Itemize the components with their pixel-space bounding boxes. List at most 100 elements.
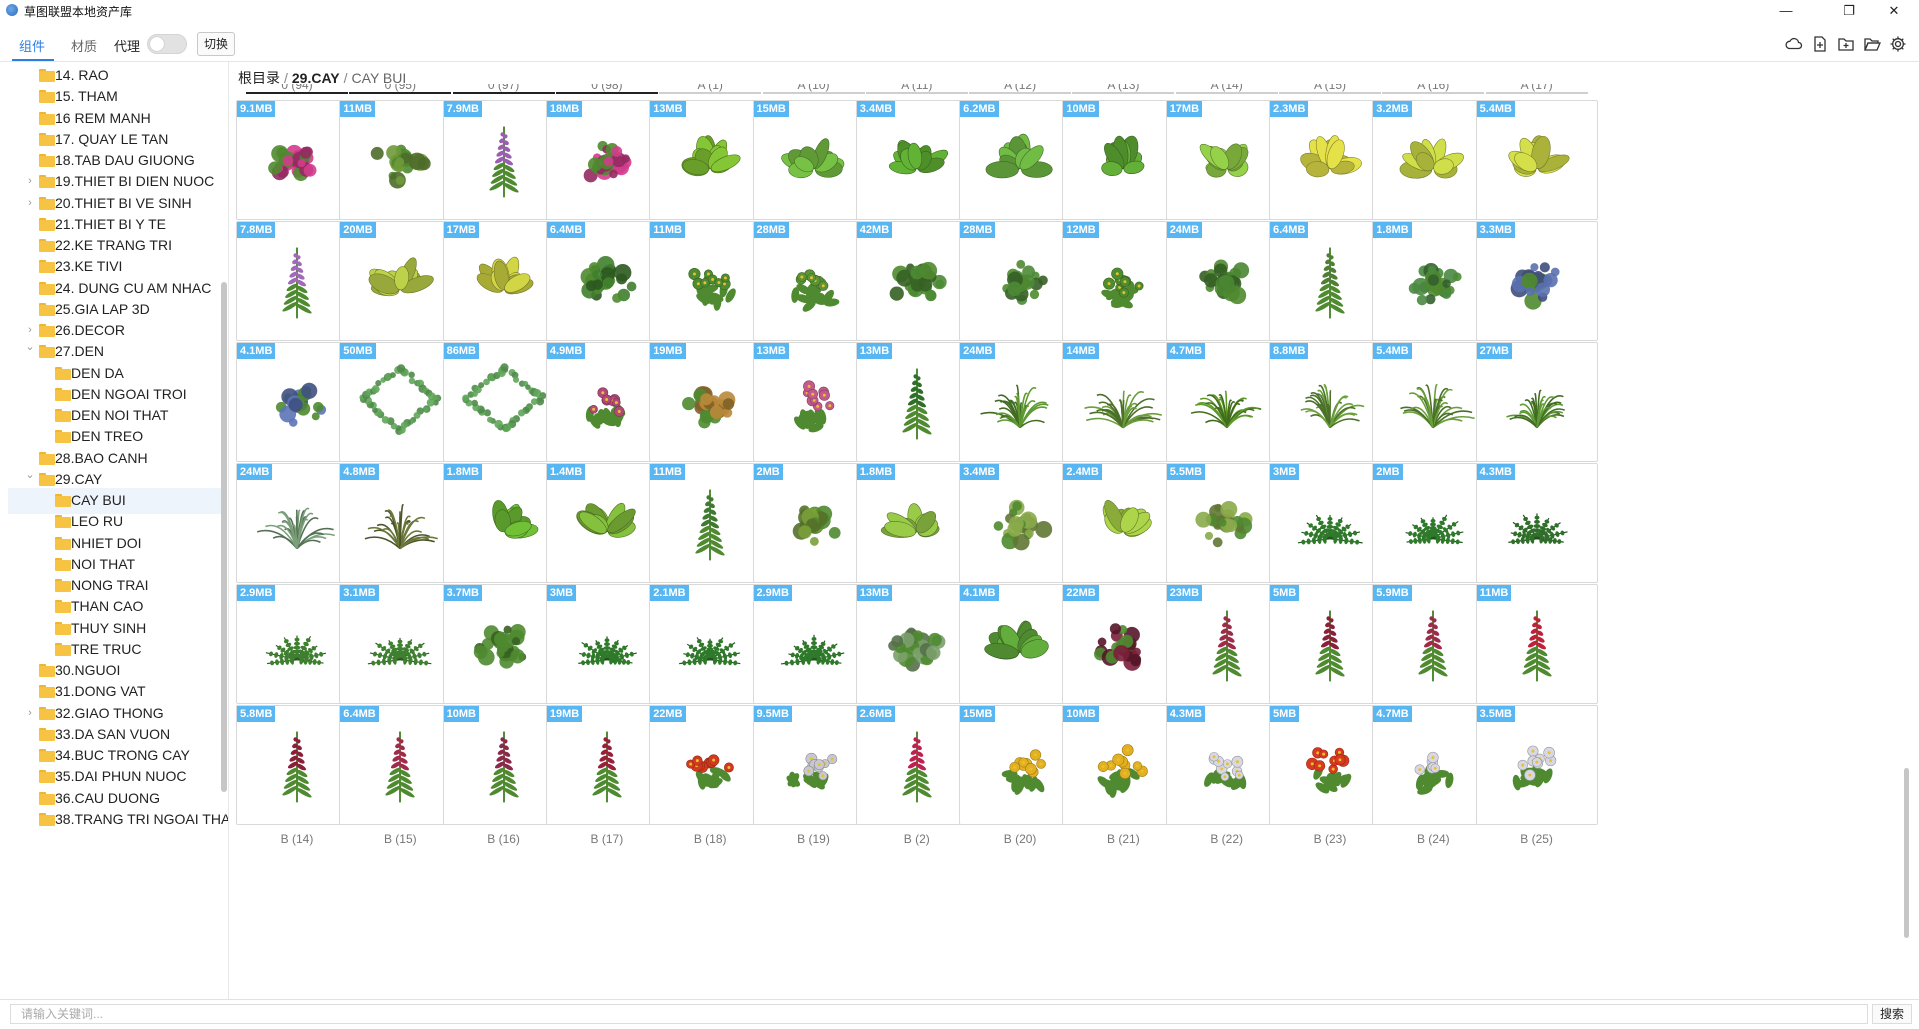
tree-item-label: 14. RAO [55, 67, 109, 83]
file-size-badge: 3.5MB [1476, 706, 1515, 722]
chevron-right-icon[interactable]: › [24, 324, 36, 336]
file-size-badge: 2.4MB [1063, 464, 1102, 480]
tree-item-label: THAN CAO [71, 598, 144, 615]
tree-item-label: 24. DUNG CU AM NHAC [55, 279, 212, 296]
folder-icon [39, 706, 55, 720]
file-size-badge: 23MB [1166, 585, 1203, 601]
folder-icon [55, 387, 71, 401]
app-logo-icon [6, 4, 18, 16]
file-size-badge: 28MB [753, 222, 789, 238]
tree-item-label: 38.TRANG TRI NGOAI THAT [55, 810, 229, 827]
proxy-label: 代理 [114, 39, 141, 54]
open-folder-icon[interactable] [1863, 35, 1881, 53]
tree-item-label: 19.THIET BI DIEN NUOC [55, 173, 215, 190]
folder-icon [39, 685, 55, 699]
add-folder-icon[interactable] [1837, 35, 1855, 53]
tree-item-label: 16 REM MANH [55, 109, 151, 126]
settings-icon[interactable] [1889, 35, 1907, 53]
asset-card[interactable]: 3.3MB [1475, 221, 1598, 341]
folder-icon [39, 239, 55, 252]
file-size-badge: 7.9MB [443, 101, 482, 117]
chevron-down-icon[interactable]: ⌄ [24, 340, 36, 353]
file-size-badge: 10MB [443, 706, 479, 722]
chevron-right-icon[interactable]: › [24, 707, 36, 719]
tree-item-label: 28.BAO CANH [55, 449, 148, 466]
file-size-badge: 3.3MB [1476, 222, 1515, 238]
file-size-badge: 24MB [960, 343, 996, 359]
file-size-badge: 5MB [1270, 706, 1300, 722]
tab-components[interactable]: 组件 [19, 36, 45, 55]
asset-card[interactable]: 11MB [1475, 584, 1598, 704]
tree-item-label: 26.DECOR [55, 322, 126, 338]
maximize-button[interactable]: ❐ [1829, 0, 1869, 21]
file-size-badge: 20MB [340, 222, 376, 238]
cloud-icon[interactable] [1785, 35, 1803, 53]
folder-icon [39, 196, 55, 210]
folder-icon [55, 579, 71, 592]
tree-item-label: 36.CAU DUONG [55, 789, 161, 806]
plant-thumbnail [1507, 513, 1568, 545]
file-size-badge: 5.4MB [1373, 343, 1412, 359]
tree-item-label: DEN NOI THAT [71, 407, 169, 423]
folder-icon [55, 621, 71, 635]
file-size-badge: 10MB [1063, 101, 1099, 117]
tree-item-label: 17. QUAY LE TAN [55, 130, 169, 147]
tree-item-label: 25.GIA LAP 3D [55, 300, 150, 317]
close-button[interactable]: ✕ [1874, 0, 1914, 21]
asset-card[interactable]: 5.4MB [1475, 100, 1598, 220]
tree-item-label: 30.NGUOI [55, 662, 121, 678]
folder-icon [39, 451, 55, 465]
partial-card-edge [659, 92, 762, 94]
file-size-badge: 24MB [1166, 222, 1203, 238]
folder-icon [39, 90, 55, 104]
tree-item-label: 32.GIAO THONG [55, 704, 164, 721]
tab-materials[interactable]: 材质 [71, 36, 97, 55]
file-size-badge: 1.4MB [546, 464, 586, 480]
file-size-badge: 5MB [1270, 585, 1300, 601]
grid-scrollbar[interactable] [1904, 768, 1909, 938]
asset-card[interactable]: 3.5MB [1475, 705, 1598, 825]
chevron-down-icon[interactable]: ⌄ [24, 468, 36, 481]
search-input[interactable] [10, 1004, 1868, 1024]
file-size-badge: 1.8MB [856, 464, 896, 480]
file-size-badge: 4.1MB [960, 585, 999, 601]
folder-icon [55, 515, 71, 529]
minimize-button[interactable]: — [1766, 0, 1806, 21]
folder-icon [55, 430, 71, 444]
chevron-right-icon[interactable]: › [24, 197, 36, 209]
folder-icon [55, 409, 71, 422]
tree-item-label: 20.THIET BI VE SINH [55, 194, 192, 211]
tree-item-label: DEN TREO [71, 428, 144, 445]
search-button[interactable]: 搜索 [1872, 1004, 1912, 1024]
folder-icon [39, 812, 55, 826]
file-size-badge: 3MB [546, 585, 577, 601]
tree-item-label: NONG TRAI [71, 577, 149, 593]
file-size-badge: 5.9MB [1373, 585, 1412, 601]
sidebar-scrollbar[interactable] [221, 282, 227, 792]
tree-item-label: DEN NGOAI TROI [71, 385, 187, 402]
toolbar: 组件 材质 代理 切换 [0, 25, 1919, 62]
folder-icon [55, 557, 71, 571]
asset-label: A (17) [1520, 84, 1553, 92]
asset-card[interactable]: 27MB [1475, 342, 1598, 462]
folder-icon [55, 536, 71, 550]
file-size-badge: 3.1MB [340, 585, 379, 601]
file-size-badge: 6.4MB [340, 706, 379, 722]
partial-card-edge [1485, 92, 1588, 94]
chevron-right-icon[interactable]: › [24, 175, 36, 187]
partial-card-edge [1072, 92, 1175, 94]
proxy-toggle[interactable] [147, 34, 187, 54]
add-file-icon[interactable] [1811, 35, 1829, 53]
folder-icon [39, 791, 55, 805]
file-size-badge: 1.8MB [443, 464, 482, 480]
tree-item-label: 35.DAI PHUN NUOC [55, 768, 187, 785]
file-size-badge: 3MB [1270, 464, 1300, 480]
tree-item[interactable]: 38.TRANG TRI NGOAI THAT [8, 807, 228, 833]
asset-card[interactable]: 4.3MB [1475, 463, 1598, 583]
file-size-badge: 3.4MB [856, 101, 896, 117]
partial-card-edge [762, 92, 865, 94]
file-size-badge: 11MB [340, 101, 376, 117]
file-size-badge: 3.2MB [1373, 101, 1412, 117]
switch-button[interactable]: 切换 [197, 32, 236, 56]
folder-icon [39, 69, 55, 82]
